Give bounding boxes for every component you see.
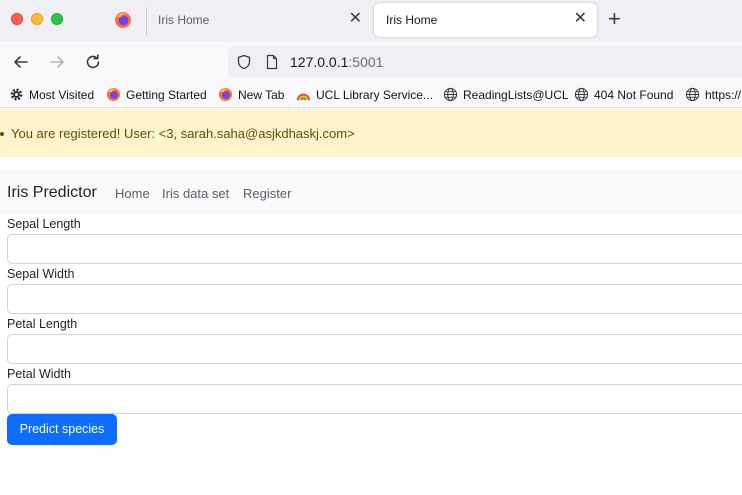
sepal-width-label: Sepal Width <box>7 267 75 281</box>
address-bar[interactable]: 127.0.0.1:5001 <box>228 46 742 78</box>
bookmark-label: https:// <box>705 88 742 102</box>
tab-close-icon[interactable]: ✕ <box>349 10 362 28</box>
firefox-icon <box>106 87 121 102</box>
petal-width-input[interactable] <box>7 384 742 414</box>
window-minimize-button[interactable] <box>31 13 43 25</box>
browser-toolbar: 127.0.0.1:5001 <box>0 41 742 83</box>
back-arrow-icon[interactable] <box>12 53 30 71</box>
site-navbar: Iris Predictor Home Iris data set Regist… <box>0 170 742 214</box>
firefox-pinned-tab-icon[interactable] <box>114 11 132 29</box>
rainbow-icon <box>296 93 311 101</box>
petal-length-label: Petal Length <box>7 317 78 331</box>
globe-icon <box>574 87 589 102</box>
url-port: :5001 <box>348 54 384 70</box>
flash-message: You are registered! User: <3, sarah.saha… <box>11 126 355 141</box>
globe-icon <box>685 87 700 102</box>
url-host: 127.0.0.1 <box>290 54 349 70</box>
flash-alert: You are registered! User: <3, sarah.saha… <box>0 109 742 157</box>
tab-title: Iris Home <box>386 13 438 27</box>
bookmarks-toolbar: Most Visited Getting Started New Tab UCL… <box>0 83 742 108</box>
bullet <box>0 132 4 136</box>
tab-strip: Iris Home ✕ Iris Home ✕ + <box>0 0 742 41</box>
sepal-length-input[interactable] <box>7 234 742 264</box>
nav-link-home[interactable]: Home <box>115 186 150 201</box>
nav-link-register[interactable]: Register <box>243 186 291 201</box>
sepal-width-input[interactable] <box>7 284 742 314</box>
url-text[interactable]: 127.0.0.1:5001 <box>290 54 383 70</box>
bookmark-label: New Tab <box>238 88 285 102</box>
bookmark-label: Most Visited <box>29 88 95 102</box>
bookmark-label: 404 Not Found <box>594 88 674 102</box>
tab-title: Iris Home <box>158 13 210 27</box>
window-maximize-button[interactable] <box>51 13 63 25</box>
page-icon[interactable] <box>264 54 280 70</box>
sepal-length-label: Sepal Length <box>7 217 81 231</box>
bookmark-label: ReadingLists@UCL <box>463 88 569 102</box>
predict-species-button[interactable]: Predict species <box>7 414 117 445</box>
tab-iris-home-1[interactable]: Iris Home ✕ <box>146 3 372 37</box>
forward-arrow-icon[interactable] <box>48 53 66 71</box>
window-close-button[interactable] <box>11 13 23 25</box>
navbar-brand[interactable]: Iris Predictor <box>7 184 97 202</box>
new-tab-icon[interactable]: + <box>608 8 621 30</box>
tab-close-icon[interactable]: ✕ <box>574 10 587 28</box>
tab-iris-home-2[interactable]: Iris Home ✕ <box>374 3 597 37</box>
gear-icon <box>10 88 23 101</box>
petal-width-label: Petal Width <box>7 367 71 381</box>
shield-icon[interactable] <box>236 54 252 70</box>
bookmark-label: Getting Started <box>126 88 207 102</box>
bookmark-label: UCL Library Service... <box>316 88 433 102</box>
firefox-icon <box>218 87 233 102</box>
globe-icon <box>443 87 458 102</box>
nav-link-iris-data-set[interactable]: Iris data set <box>162 186 229 201</box>
bookmark-https[interactable]: https:// <box>685 87 742 103</box>
petal-length-input[interactable] <box>7 334 742 364</box>
reload-icon[interactable] <box>84 53 102 71</box>
